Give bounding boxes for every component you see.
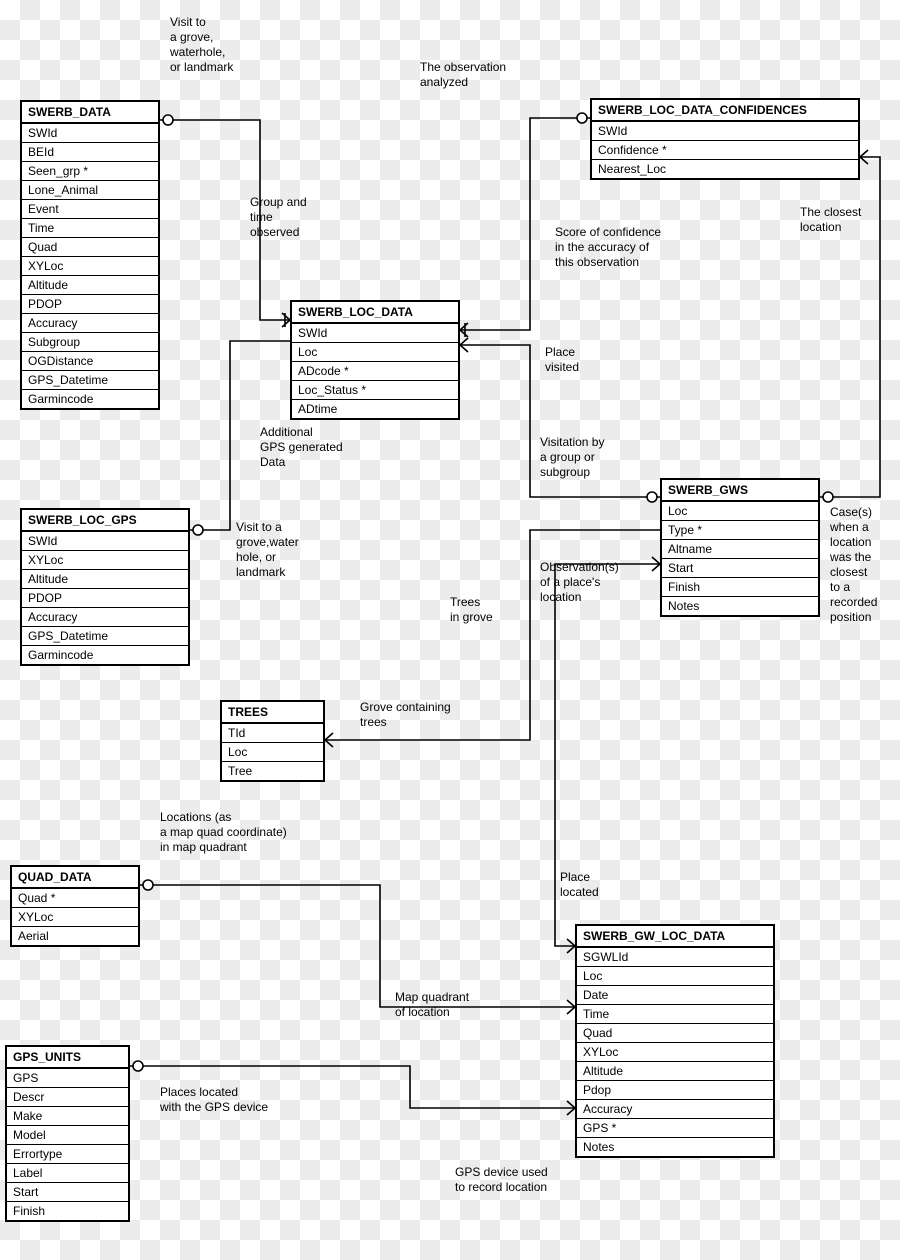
attr: Start: [7, 1183, 128, 1202]
label-grove-containing: Grove containing trees: [360, 700, 451, 730]
attr: BEId: [22, 143, 158, 162]
attr: Notes: [662, 597, 818, 615]
attr: Garmincode: [22, 390, 158, 408]
attr: Tree: [222, 762, 323, 780]
entity-swerb-gw-loc-data: SWERB_GW_LOC_DATA SGWLId Loc Date Time Q…: [575, 924, 775, 1158]
label-obs-analyzed: The observation analyzed: [420, 60, 506, 90]
attr: XYLoc: [22, 257, 158, 276]
attr: TId: [222, 724, 323, 743]
entity-title: SWERB_LOC_DATA_CONFIDENCES: [592, 100, 858, 122]
attr: Finish: [662, 578, 818, 597]
entity-swerb-data: SWERB_DATA SWId BEId Seen_grp * Lone_Ani…: [20, 100, 160, 410]
attr: Accuracy: [22, 314, 158, 333]
attr: Loc: [662, 502, 818, 521]
attr: Subgroup: [22, 333, 158, 352]
entity-title: TREES: [222, 702, 323, 724]
attr: Altitude: [577, 1062, 773, 1081]
entity-title: SWERB_GWS: [662, 480, 818, 502]
attr: Finish: [7, 1202, 128, 1220]
attr: Errortype: [7, 1145, 128, 1164]
attr: Date: [577, 986, 773, 1005]
label-place-located: Place located: [560, 870, 599, 900]
label-gps-device: GPS device used to record location: [455, 1165, 548, 1195]
entity-title: QUAD_DATA: [12, 867, 138, 889]
attr: Pdop: [577, 1081, 773, 1100]
attr: Loc: [292, 343, 458, 362]
attr: SWId: [592, 122, 858, 141]
attr: OGDistance: [22, 352, 158, 371]
label-cases-loc: Case(s) when a location was the closest …: [830, 505, 877, 625]
entity-swerb-loc-data: SWERB_LOC_DATA SWId Loc ADcode * Loc_Sta…: [290, 300, 460, 420]
attr: XYLoc: [577, 1043, 773, 1062]
attr: GPS *: [577, 1119, 773, 1138]
attr: XYLoc: [22, 551, 188, 570]
entity-title: SWERB_LOC_DATA: [292, 302, 458, 324]
label-additional-gps: Additional GPS generated Data: [260, 425, 343, 470]
attr: Nearest_Loc: [592, 160, 858, 178]
attr: Quad *: [12, 889, 138, 908]
attr: GPS_Datetime: [22, 627, 188, 646]
entity-gps-units: GPS_UNITS GPS Descr Make Model Errortype…: [5, 1045, 130, 1222]
attr: Seen_grp *: [22, 162, 158, 181]
attr: Aerial: [12, 927, 138, 945]
attr: Accuracy: [577, 1100, 773, 1119]
attr: Time: [577, 1005, 773, 1024]
label-visitation: Visitation by a group or subgroup: [540, 435, 604, 480]
attr: Altitude: [22, 570, 188, 589]
label-place-visited: Place visited: [545, 345, 579, 375]
entity-title: SWERB_GW_LOC_DATA: [577, 926, 773, 948]
label-closest-loc: The closest location: [800, 205, 861, 235]
attr: Type *: [662, 521, 818, 540]
attr: Descr: [7, 1088, 128, 1107]
attr: Start: [662, 559, 818, 578]
attr: Quad: [577, 1024, 773, 1043]
label-score-conf: Score of confidence in the accuracy of t…: [555, 225, 661, 270]
attr: Loc_Status *: [292, 381, 458, 400]
attr: SWId: [22, 124, 158, 143]
attr: SWId: [292, 324, 458, 343]
attr: Quad: [22, 238, 158, 257]
entity-swerb-loc-gps: SWERB_LOC_GPS SWId XYLoc Altitude PDOP A…: [20, 508, 190, 666]
label-visit-grove: Visit to a grove, waterhole, or landmark: [170, 15, 233, 75]
attr: XYLoc: [12, 908, 138, 927]
attr: Loc: [222, 743, 323, 762]
attr: ADcode *: [292, 362, 458, 381]
entity-swerb-loc-data-confidences: SWERB_LOC_DATA_CONFIDENCES SWId Confiden…: [590, 98, 860, 180]
label-map-quad-loc: Map quadrant of location: [395, 990, 469, 1020]
attr: PDOP: [22, 589, 188, 608]
attr: Confidence *: [592, 141, 858, 160]
label-group-time: Group and time observed: [250, 195, 307, 240]
attr: ADtime: [292, 400, 458, 418]
label-locations-quad: Locations (as a map quad coordinate) in …: [160, 810, 287, 855]
attr: GPS_Datetime: [22, 371, 158, 390]
label-trees-in-grove: Trees in grove: [450, 595, 493, 625]
label-visit-grove2: Visit to a grove,water hole, or landmark: [236, 520, 299, 580]
attr: Lone_Animal: [22, 181, 158, 200]
attr: Model: [7, 1126, 128, 1145]
attr: Make: [7, 1107, 128, 1126]
label-places-gps: Places located with the GPS device: [160, 1085, 268, 1115]
entity-quad-data: QUAD_DATA Quad * XYLoc Aerial: [10, 865, 140, 947]
attr: Notes: [577, 1138, 773, 1156]
attr: Garmincode: [22, 646, 188, 664]
entity-trees: TREES TId Loc Tree: [220, 700, 325, 782]
entity-title: SWERB_LOC_GPS: [22, 510, 188, 532]
entity-swerb-gws: SWERB_GWS Loc Type * Altname Start Finis…: [660, 478, 820, 617]
attr: SWId: [22, 532, 188, 551]
attr: GPS: [7, 1069, 128, 1088]
attr: Time: [22, 219, 158, 238]
entity-title: GPS_UNITS: [7, 1047, 128, 1069]
attr: Label: [7, 1164, 128, 1183]
attr: SGWLId: [577, 948, 773, 967]
attr: Event: [22, 200, 158, 219]
entity-title: SWERB_DATA: [22, 102, 158, 124]
label-obs-place-loc: Observation(s) of a place's location: [540, 560, 619, 605]
attr: Altitude: [22, 276, 158, 295]
attr: Altname: [662, 540, 818, 559]
attr: PDOP: [22, 295, 158, 314]
attr: Accuracy: [22, 608, 188, 627]
attr: Loc: [577, 967, 773, 986]
